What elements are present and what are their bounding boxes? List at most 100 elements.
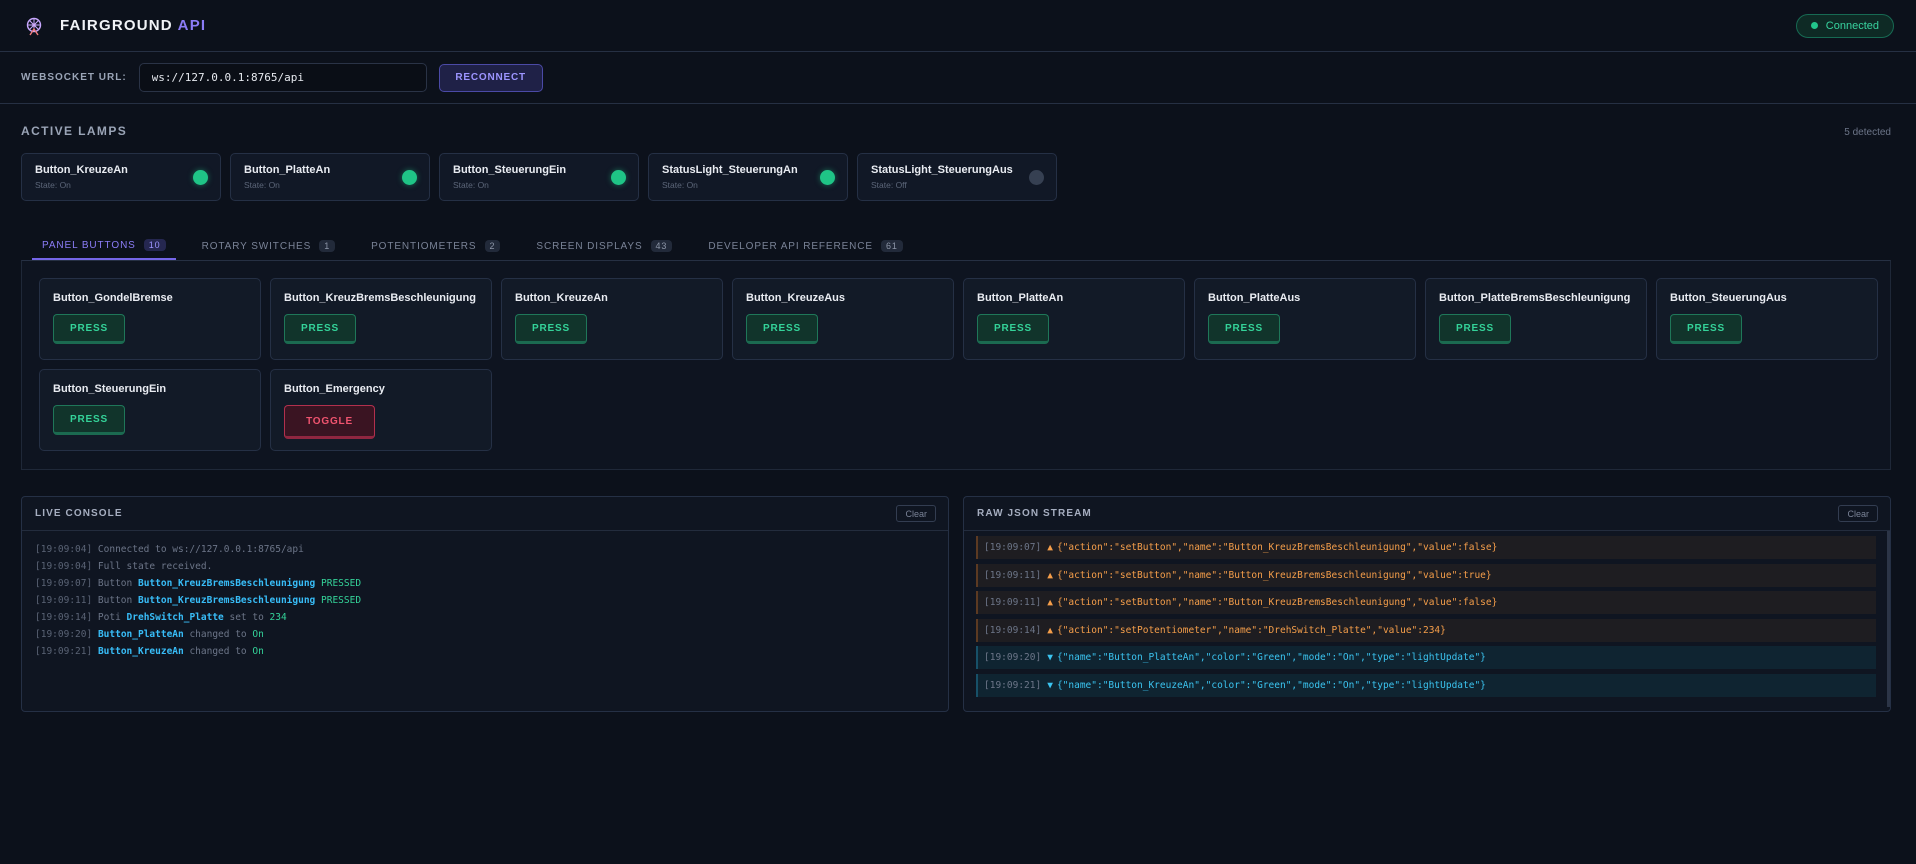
json-message: [19:09:21] ▼ {"name":"Button_KreuzeAn","co… xyxy=(976,673,1876,697)
button-card: Button_PlatteAn PRESS xyxy=(963,278,1185,360)
button-card: Button_SteuerungAus PRESS xyxy=(1656,278,1878,360)
console-text: Button_KreuzeAn xyxy=(97,646,184,657)
console-clear-button[interactable]: Clear xyxy=(896,505,936,522)
outgoing-arrow-icon: ▲ xyxy=(1047,569,1053,581)
json-scrollbar[interactable] xyxy=(1887,531,1890,707)
button-name: Button_KreuzeAus xyxy=(746,292,846,304)
json-message: [19:09:07] ▲ {"action":"setButton","name":… xyxy=(976,536,1876,559)
live-console: LIVE CONSOLE Clear [19:09:04] Connected … xyxy=(21,496,949,712)
console-log: [19:09:04] Connected to ws://127.0.0.1:8… xyxy=(22,531,948,670)
top-bar: FAIRGROUND API Connected xyxy=(0,0,1916,52)
reconnect-button[interactable]: RECONNECT xyxy=(438,63,543,92)
button-card: Button_KreuzeAus PRESS xyxy=(732,278,954,360)
console-text: Button_PlatteAn xyxy=(97,629,184,640)
tab-rotary-switches[interactable]: ROTARY SWITCHES 1 xyxy=(192,232,346,260)
json-timestamp: [19:09:11] xyxy=(984,597,1042,608)
button-name: Button_SteuerungAus xyxy=(1670,292,1787,304)
json-payload: {"action":"setPotentiometer","name":"Dre… xyxy=(1056,624,1446,636)
button-name: Button_Emergency xyxy=(284,383,385,395)
console-text: On xyxy=(252,646,264,657)
json-payload: {"name":"Button_PlatteAn","color":"Green… xyxy=(1056,652,1486,663)
json-payload: {"name":"Button_KreuzeAn","color":"Green… xyxy=(1056,679,1486,691)
tab-label: SCREEN DISPLAYS xyxy=(536,240,643,252)
button-card: Button_GondelBremse PRESS xyxy=(39,278,261,360)
json-clear-button[interactable]: Clear xyxy=(1838,505,1878,522)
tab-label: DEVELOPER API REFERENCE xyxy=(708,240,873,252)
console-line: [19:09:14] Poti DrehSwitch_Platte set to… xyxy=(35,609,935,626)
console-text: Button_KreuzBremsBeschleunigung xyxy=(137,595,316,606)
press-button[interactable]: PRESS xyxy=(515,314,587,344)
ferris-wheel-icon xyxy=(22,14,46,38)
console-timestamp: [19:09:04] xyxy=(35,544,93,555)
tab-screen-displays[interactable]: SCREEN DISPLAYS 43 xyxy=(526,232,682,260)
press-button[interactable]: PRESS xyxy=(53,405,125,435)
press-button[interactable]: PRESS xyxy=(1670,314,1742,344)
console-line: [19:09:21] Button_KreuzeAn changed to On xyxy=(35,643,935,660)
json-message: [19:09:20] ▼ {"name":"Button_PlatteAn","co… xyxy=(976,646,1876,669)
lamp-state: State: On xyxy=(244,180,280,190)
console-text: Full state received. xyxy=(92,561,213,572)
tab-count-badge: 1 xyxy=(319,240,336,252)
press-button[interactable]: PRESS xyxy=(1208,314,1280,344)
status-dot-icon xyxy=(1810,22,1818,29)
press-button[interactable]: PRESS xyxy=(53,314,125,344)
console-line: [19:09:11] Button Button_KreuzBremsBesch… xyxy=(35,592,935,609)
lamp-card: Button_PlatteAn State: On xyxy=(230,153,430,201)
console-text: PRESSED xyxy=(315,595,362,606)
console-timestamp: [19:09:21] xyxy=(35,646,93,657)
tab-label: PANEL BUTTONS xyxy=(42,239,136,251)
lamp-indicator-icon xyxy=(1029,170,1044,185)
lamp-card: StatusLight_SteuerungAn State: On xyxy=(648,153,848,201)
button-card: Button_Emergency TOGGLE xyxy=(270,369,492,451)
outgoing-arrow-icon: ▲ xyxy=(1047,542,1053,553)
press-button[interactable]: PRESS xyxy=(284,314,356,344)
button-name: Button_PlatteBremsBeschleunigung xyxy=(1439,292,1631,304)
console-timestamp: [19:09:04] xyxy=(35,561,93,572)
tab-potentiometers[interactable]: POTENTIOMETERS 2 xyxy=(361,232,510,260)
json-message: [19:09:11] ▲ {"action":"setButton","name":… xyxy=(976,591,1876,614)
lamp-indicator-icon xyxy=(193,170,208,185)
brand: FAIRGROUND API xyxy=(22,14,206,38)
console-text: changed to xyxy=(183,646,253,657)
live-console-header: LIVE CONSOLE Clear xyxy=(22,497,948,531)
button-name: Button_GondelBremse xyxy=(53,292,173,304)
lamps-detected-count: 5 detected xyxy=(1844,127,1891,138)
button-grid: Button_GondelBremse PRESS Button_KreuzBrem… xyxy=(39,278,1878,451)
console-timestamp: [19:09:20] xyxy=(35,629,93,640)
console-text: 234 xyxy=(269,612,287,623)
json-payload: {"action":"setButton","name":"Button_Kre… xyxy=(1056,569,1492,581)
console-text: Button_KreuzBremsBeschleunigung xyxy=(137,578,316,589)
incoming-arrow-icon: ▼ xyxy=(1047,652,1053,663)
tab-bar: PANEL BUTTONS 10 ROTARY SWITCHES 1 POTENTIOM… xyxy=(32,232,929,260)
console-timestamp: [19:09:11] xyxy=(35,595,93,606)
tab-developer-api-reference[interactable]: DEVELOPER API REFERENCE 61 xyxy=(698,232,912,260)
lamp-name: Button_KreuzeAn xyxy=(35,164,128,176)
json-message: [19:09:14] ▲ {"action":"setPotentiometer",… xyxy=(976,618,1876,642)
outgoing-arrow-icon: ▲ xyxy=(1047,624,1053,636)
json-timestamp: [19:09:07] xyxy=(984,542,1042,553)
json-message: [19:09:11] ▲ {"action":"setButton","name":… xyxy=(976,563,1876,587)
button-name: Button_PlatteAn xyxy=(977,292,1064,304)
incoming-arrow-icon: ▼ xyxy=(1047,679,1053,691)
lamp-name: StatusLight_SteuerungAn xyxy=(662,164,798,176)
tab-label: ROTARY SWITCHES xyxy=(201,240,312,252)
json-payload: {"action":"setButton","name":"Button_Kre… xyxy=(1056,597,1498,608)
lamp-state: State: On xyxy=(35,180,71,190)
panel-buttons-panel: Button_GondelBremse PRESS Button_KreuzBrem… xyxy=(21,260,1891,470)
outgoing-arrow-icon: ▲ xyxy=(1047,597,1053,608)
press-button[interactable]: PRESS xyxy=(746,314,818,344)
lamp-name: StatusLight_SteuerungAus xyxy=(871,164,1013,176)
console-text: On xyxy=(252,629,264,640)
console-text: changed to xyxy=(183,629,253,640)
websocket-url-input[interactable] xyxy=(138,63,427,92)
lamp-indicator-icon xyxy=(611,170,626,185)
active-lamps-title: ACTIVE LAMPS xyxy=(21,124,128,138)
lamp-indicator-icon xyxy=(402,170,417,185)
json-timestamp: [19:09:21] xyxy=(984,679,1042,691)
press-button[interactable]: PRESS xyxy=(977,314,1049,344)
tab-panel-buttons[interactable]: PANEL BUTTONS 10 xyxy=(32,232,176,260)
console-text: set to xyxy=(223,612,270,623)
press-button[interactable]: PRESS xyxy=(1439,314,1511,344)
toggle-button[interactable]: TOGGLE xyxy=(284,405,375,439)
lamp-indicator-icon xyxy=(820,170,835,185)
